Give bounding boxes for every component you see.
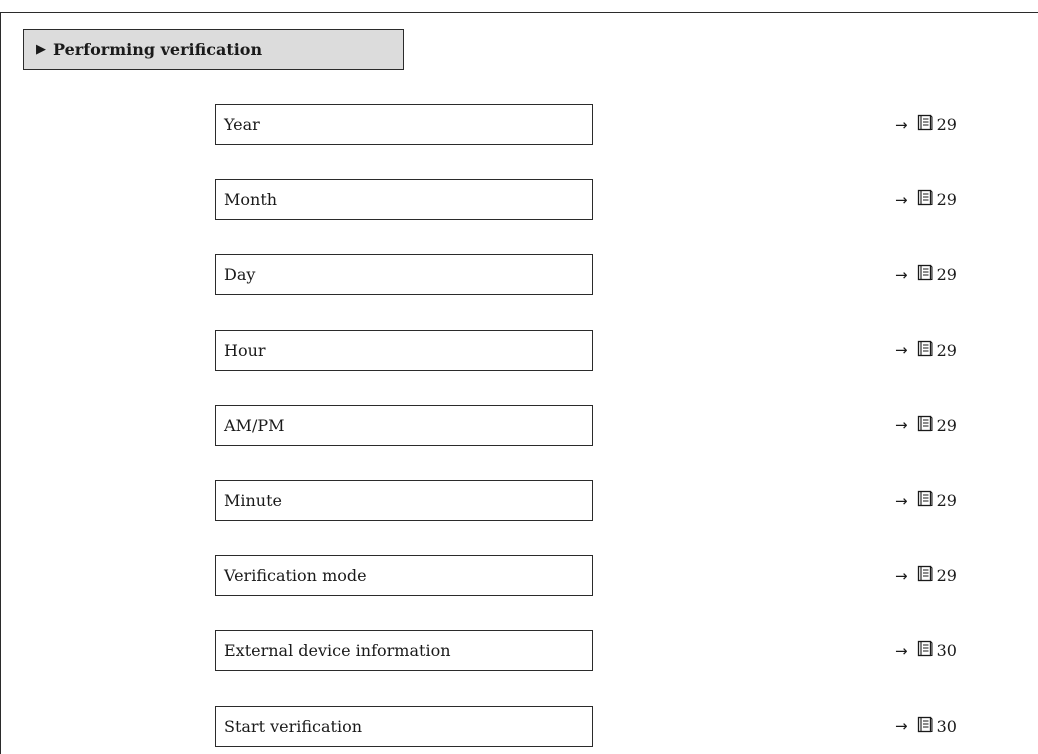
book-icon (917, 640, 933, 661)
page-number: 29 (936, 340, 957, 360)
parameter-row: Verification mode → 29 (0, 555, 1038, 597)
book-icon (917, 114, 933, 135)
page-number: 29 (936, 566, 957, 586)
page-reference[interactable]: → 29 (895, 254, 957, 295)
page-reference[interactable]: → 29 (895, 555, 957, 596)
parameter-box[interactable]: Hour (215, 329, 593, 371)
frame-top-border (0, 12, 1038, 13)
book-icon (917, 340, 933, 361)
parameter-label: AM/PM (224, 415, 285, 435)
page-number: 29 (936, 265, 957, 285)
arrow-right-icon: → (895, 341, 908, 360)
parameter-row: External device information → 30 (0, 630, 1038, 672)
arrow-right-icon: → (895, 115, 908, 134)
parameter-row: Year → 29 (0, 104, 1038, 145)
parameter-label: Start verification (224, 716, 363, 736)
triangle-right-icon: ▶ (36, 42, 46, 57)
parameter-box[interactable]: External device information (215, 630, 593, 672)
arrow-right-icon: → (895, 265, 908, 284)
arrow-right-icon: → (895, 190, 908, 209)
page-reference[interactable]: → 30 (895, 630, 957, 671)
parameter-row: Start verification → 30 (0, 705, 1038, 747)
parameter-label: Month (224, 190, 278, 210)
parameter-row: Hour → 29 (0, 329, 1038, 371)
parameter-row: AM/PM → 29 (0, 404, 1038, 446)
arrow-right-icon: → (895, 717, 908, 736)
page-reference[interactable]: → 29 (895, 480, 957, 521)
parameter-label: Hour (224, 340, 266, 360)
page-reference[interactable]: → 30 (895, 706, 957, 747)
parameter-row: Month → 29 (0, 179, 1038, 221)
arrow-right-icon: → (895, 566, 908, 585)
parameter-box[interactable]: Month (215, 179, 593, 221)
parameter-label: External device information (224, 641, 451, 661)
page-reference[interactable]: → 29 (895, 330, 957, 371)
parameter-box[interactable]: AM/PM (215, 404, 593, 446)
submenu-header[interactable]: ▶ Performing verification (23, 29, 404, 70)
page-reference[interactable]: → 29 (895, 104, 957, 145)
page-number: 29 (936, 115, 957, 134)
parameter-box[interactable]: Minute (215, 480, 593, 521)
arrow-right-icon: → (895, 416, 908, 435)
page-number: 29 (936, 491, 957, 510)
parameter-label: Minute (224, 491, 283, 510)
book-icon (917, 264, 933, 285)
arrow-right-icon: → (895, 641, 908, 660)
page-number: 30 (936, 716, 957, 736)
book-icon (917, 189, 933, 210)
book-icon (917, 565, 933, 586)
parameter-box[interactable]: Verification mode (215, 555, 593, 597)
parameter-box[interactable]: Day (215, 254, 593, 296)
parameter-row: Day → 29 (0, 254, 1038, 296)
page-number: 29 (936, 190, 957, 210)
submenu-title: Performing verification (53, 40, 263, 59)
arrow-right-icon: → (895, 491, 908, 510)
page-reference[interactable]: → 29 (895, 179, 957, 220)
parameter-box[interactable]: Year (215, 104, 593, 145)
parameter-box[interactable]: Start verification (215, 705, 593, 747)
page-number: 29 (936, 415, 957, 435)
parameter-row: Minute → 29 (0, 480, 1038, 521)
page-reference[interactable]: → 29 (895, 405, 957, 446)
parameter-label: Year (224, 115, 260, 134)
page-number: 30 (936, 641, 957, 661)
book-icon (917, 490, 933, 511)
book-icon (917, 415, 933, 436)
book-icon (917, 716, 933, 737)
parameter-label: Verification mode (224, 566, 367, 586)
parameter-label: Day (224, 265, 256, 285)
